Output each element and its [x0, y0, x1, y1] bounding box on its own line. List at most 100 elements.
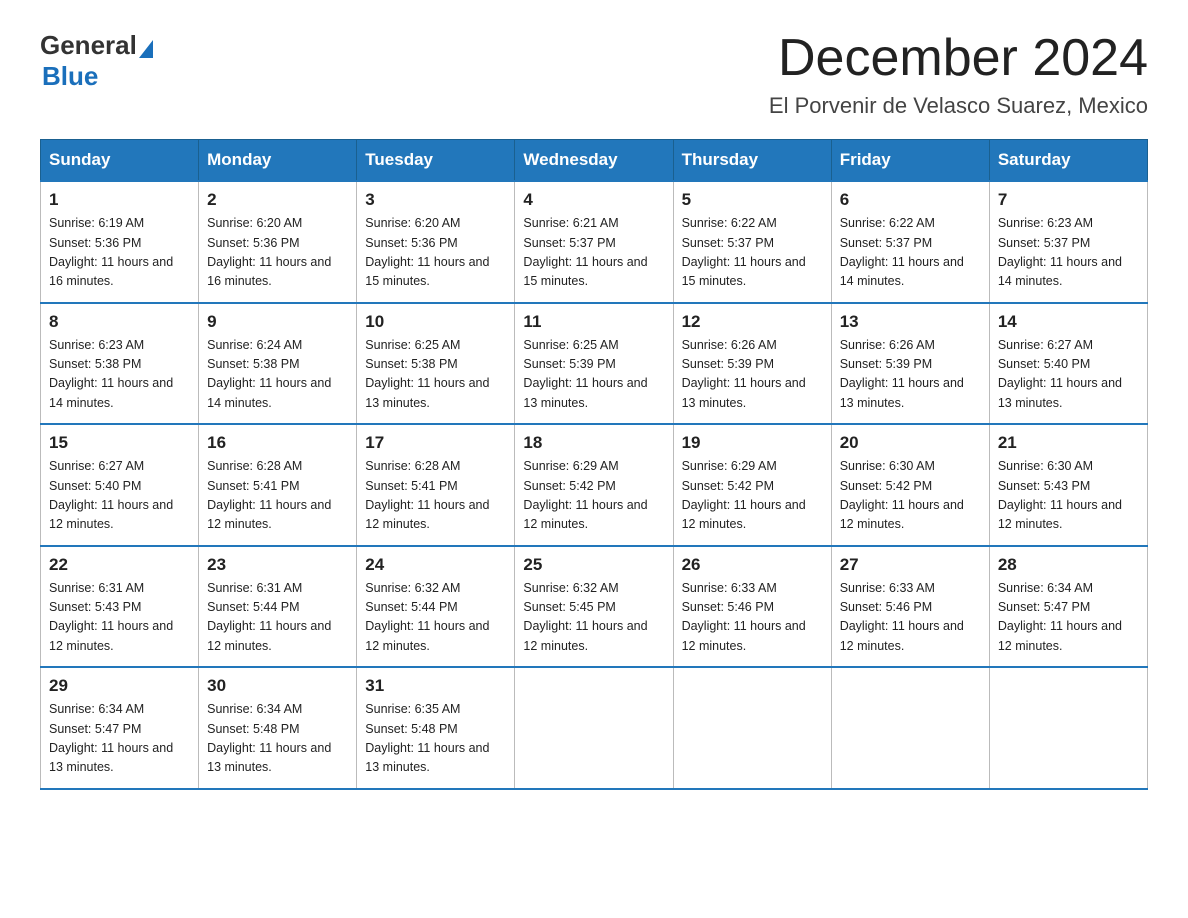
- day-info: Sunrise: 6:26 AMSunset: 5:39 PMDaylight:…: [840, 336, 981, 414]
- day-info: Sunrise: 6:28 AMSunset: 5:41 PMDaylight:…: [365, 457, 506, 535]
- calendar-header-row: SundayMondayTuesdayWednesdayThursdayFrid…: [41, 140, 1148, 182]
- day-number: 20: [840, 433, 981, 453]
- calendar-cell: 14 Sunrise: 6:27 AMSunset: 5:40 PMDayligh…: [989, 303, 1147, 425]
- calendar-cell: [673, 667, 831, 789]
- day-number: 2: [207, 190, 348, 210]
- col-header-monday: Monday: [199, 140, 357, 182]
- calendar-cell: 7 Sunrise: 6:23 AMSunset: 5:37 PMDaylight…: [989, 181, 1147, 303]
- calendar-cell: 25Sunrise: 6:32 AMSunset: 5:45 PMDayligh…: [515, 546, 673, 668]
- logo-triangle-icon: [139, 40, 153, 58]
- logo: General Blue: [40, 30, 153, 92]
- day-info: Sunrise: 6:24 AMSunset: 5:38 PMDaylight:…: [207, 336, 348, 414]
- col-header-friday: Friday: [831, 140, 989, 182]
- col-header-thursday: Thursday: [673, 140, 831, 182]
- day-number: 19: [682, 433, 823, 453]
- calendar-cell: [515, 667, 673, 789]
- day-info: Sunrise: 6:30 AMSunset: 5:42 PMDaylight:…: [840, 457, 981, 535]
- calendar-table: SundayMondayTuesdayWednesdayThursdayFrid…: [40, 139, 1148, 790]
- day-info: Sunrise: 6:28 AMSunset: 5:41 PMDaylight:…: [207, 457, 348, 535]
- day-number: 8: [49, 312, 190, 332]
- calendar-cell: 30Sunrise: 6:34 AMSunset: 5:48 PMDayligh…: [199, 667, 357, 789]
- col-header-tuesday: Tuesday: [357, 140, 515, 182]
- week-row-5: 29Sunrise: 6:34 AMSunset: 5:47 PMDayligh…: [41, 667, 1148, 789]
- day-number: 11: [523, 312, 664, 332]
- main-title: December 2024: [769, 30, 1148, 87]
- day-number: 6: [840, 190, 981, 210]
- day-number: 27: [840, 555, 981, 575]
- day-info: Sunrise: 6:25 AMSunset: 5:38 PMDaylight:…: [365, 336, 506, 414]
- calendar-cell: 15 Sunrise: 6:27 AMSunset: 5:40 PMDayligh…: [41, 424, 199, 546]
- day-number: 10: [365, 312, 506, 332]
- calendar-cell: 27 Sunrise: 6:33 AMSunset: 5:46 PMDayligh…: [831, 546, 989, 668]
- calendar-cell: 22Sunrise: 6:31 AMSunset: 5:43 PMDayligh…: [41, 546, 199, 668]
- title-section: December 2024 El Porvenir de Velasco Sua…: [769, 30, 1148, 119]
- day-info: Sunrise: 6:34 AMSunset: 5:47 PMDaylight:…: [49, 700, 190, 778]
- day-number: 26: [682, 555, 823, 575]
- calendar-cell: 21 Sunrise: 6:30 AMSunset: 5:43 PMDayligh…: [989, 424, 1147, 546]
- calendar-cell: 20 Sunrise: 6:30 AMSunset: 5:42 PMDayligh…: [831, 424, 989, 546]
- day-number: 13: [840, 312, 981, 332]
- calendar-cell: 2 Sunrise: 6:20 AMSunset: 5:36 PMDaylight…: [199, 181, 357, 303]
- week-row-2: 8 Sunrise: 6:23 AMSunset: 5:38 PMDaylight…: [41, 303, 1148, 425]
- calendar-cell: 5Sunrise: 6:22 AMSunset: 5:37 PMDaylight…: [673, 181, 831, 303]
- calendar-cell: 9 Sunrise: 6:24 AMSunset: 5:38 PMDaylight…: [199, 303, 357, 425]
- week-row-1: 1Sunrise: 6:19 AMSunset: 5:36 PMDaylight…: [41, 181, 1148, 303]
- calendar-cell: [989, 667, 1147, 789]
- day-info: Sunrise: 6:31 AMSunset: 5:43 PMDaylight:…: [49, 579, 190, 657]
- calendar-cell: 13 Sunrise: 6:26 AMSunset: 5:39 PMDayligh…: [831, 303, 989, 425]
- day-info: Sunrise: 6:34 AMSunset: 5:47 PMDaylight:…: [998, 579, 1139, 657]
- calendar-cell: 28 Sunrise: 6:34 AMSunset: 5:47 PMDayligh…: [989, 546, 1147, 668]
- day-number: 9: [207, 312, 348, 332]
- calendar-cell: 29Sunrise: 6:34 AMSunset: 5:47 PMDayligh…: [41, 667, 199, 789]
- calendar-cell: 18 Sunrise: 6:29 AMSunset: 5:42 PMDayligh…: [515, 424, 673, 546]
- day-number: 12: [682, 312, 823, 332]
- week-row-3: 15 Sunrise: 6:27 AMSunset: 5:40 PMDayligh…: [41, 424, 1148, 546]
- calendar-cell: 31Sunrise: 6:35 AMSunset: 5:48 PMDayligh…: [357, 667, 515, 789]
- day-number: 14: [998, 312, 1139, 332]
- day-number: 23: [207, 555, 348, 575]
- calendar-cell: 26 Sunrise: 6:33 AMSunset: 5:46 PMDayligh…: [673, 546, 831, 668]
- calendar-cell: 4 Sunrise: 6:21 AMSunset: 5:37 PMDaylight…: [515, 181, 673, 303]
- day-info: Sunrise: 6:33 AMSunset: 5:46 PMDaylight:…: [840, 579, 981, 657]
- logo-general-text: General: [40, 30, 137, 61]
- day-number: 15: [49, 433, 190, 453]
- page-header: General Blue December 2024 El Porvenir d…: [40, 30, 1148, 119]
- col-header-saturday: Saturday: [989, 140, 1147, 182]
- day-number: 25: [523, 555, 664, 575]
- day-number: 18: [523, 433, 664, 453]
- calendar-cell: 3Sunrise: 6:20 AMSunset: 5:36 PMDaylight…: [357, 181, 515, 303]
- day-number: 24: [365, 555, 506, 575]
- calendar-cell: 1Sunrise: 6:19 AMSunset: 5:36 PMDaylight…: [41, 181, 199, 303]
- location-subtitle: El Porvenir de Velasco Suarez, Mexico: [769, 93, 1148, 119]
- logo-blue-text: Blue: [42, 61, 153, 92]
- week-row-4: 22Sunrise: 6:31 AMSunset: 5:43 PMDayligh…: [41, 546, 1148, 668]
- calendar-cell: [831, 667, 989, 789]
- col-header-wednesday: Wednesday: [515, 140, 673, 182]
- day-info: Sunrise: 6:27 AMSunset: 5:40 PMDaylight:…: [49, 457, 190, 535]
- calendar-cell: 12 Sunrise: 6:26 AMSunset: 5:39 PMDayligh…: [673, 303, 831, 425]
- day-info: Sunrise: 6:23 AMSunset: 5:38 PMDaylight:…: [49, 336, 190, 414]
- day-info: Sunrise: 6:20 AMSunset: 5:36 PMDaylight:…: [207, 214, 348, 292]
- day-info: Sunrise: 6:32 AMSunset: 5:44 PMDaylight:…: [365, 579, 506, 657]
- day-info: Sunrise: 6:26 AMSunset: 5:39 PMDaylight:…: [682, 336, 823, 414]
- calendar-cell: 24 Sunrise: 6:32 AMSunset: 5:44 PMDayligh…: [357, 546, 515, 668]
- day-info: Sunrise: 6:31 AMSunset: 5:44 PMDaylight:…: [207, 579, 348, 657]
- day-info: Sunrise: 6:23 AMSunset: 5:37 PMDaylight:…: [998, 214, 1139, 292]
- calendar-cell: 16Sunrise: 6:28 AMSunset: 5:41 PMDayligh…: [199, 424, 357, 546]
- calendar-cell: 17Sunrise: 6:28 AMSunset: 5:41 PMDayligh…: [357, 424, 515, 546]
- day-info: Sunrise: 6:29 AMSunset: 5:42 PMDaylight:…: [523, 457, 664, 535]
- day-info: Sunrise: 6:33 AMSunset: 5:46 PMDaylight:…: [682, 579, 823, 657]
- calendar-cell: 8 Sunrise: 6:23 AMSunset: 5:38 PMDaylight…: [41, 303, 199, 425]
- day-info: Sunrise: 6:27 AMSunset: 5:40 PMDaylight:…: [998, 336, 1139, 414]
- calendar-cell: 23 Sunrise: 6:31 AMSunset: 5:44 PMDayligh…: [199, 546, 357, 668]
- calendar-cell: 19Sunrise: 6:29 AMSunset: 5:42 PMDayligh…: [673, 424, 831, 546]
- day-number: 30: [207, 676, 348, 696]
- day-info: Sunrise: 6:25 AMSunset: 5:39 PMDaylight:…: [523, 336, 664, 414]
- day-info: Sunrise: 6:21 AMSunset: 5:37 PMDaylight:…: [523, 214, 664, 292]
- day-number: 28: [998, 555, 1139, 575]
- day-info: Sunrise: 6:35 AMSunset: 5:48 PMDaylight:…: [365, 700, 506, 778]
- day-number: 7: [998, 190, 1139, 210]
- day-number: 21: [998, 433, 1139, 453]
- day-info: Sunrise: 6:30 AMSunset: 5:43 PMDaylight:…: [998, 457, 1139, 535]
- day-number: 4: [523, 190, 664, 210]
